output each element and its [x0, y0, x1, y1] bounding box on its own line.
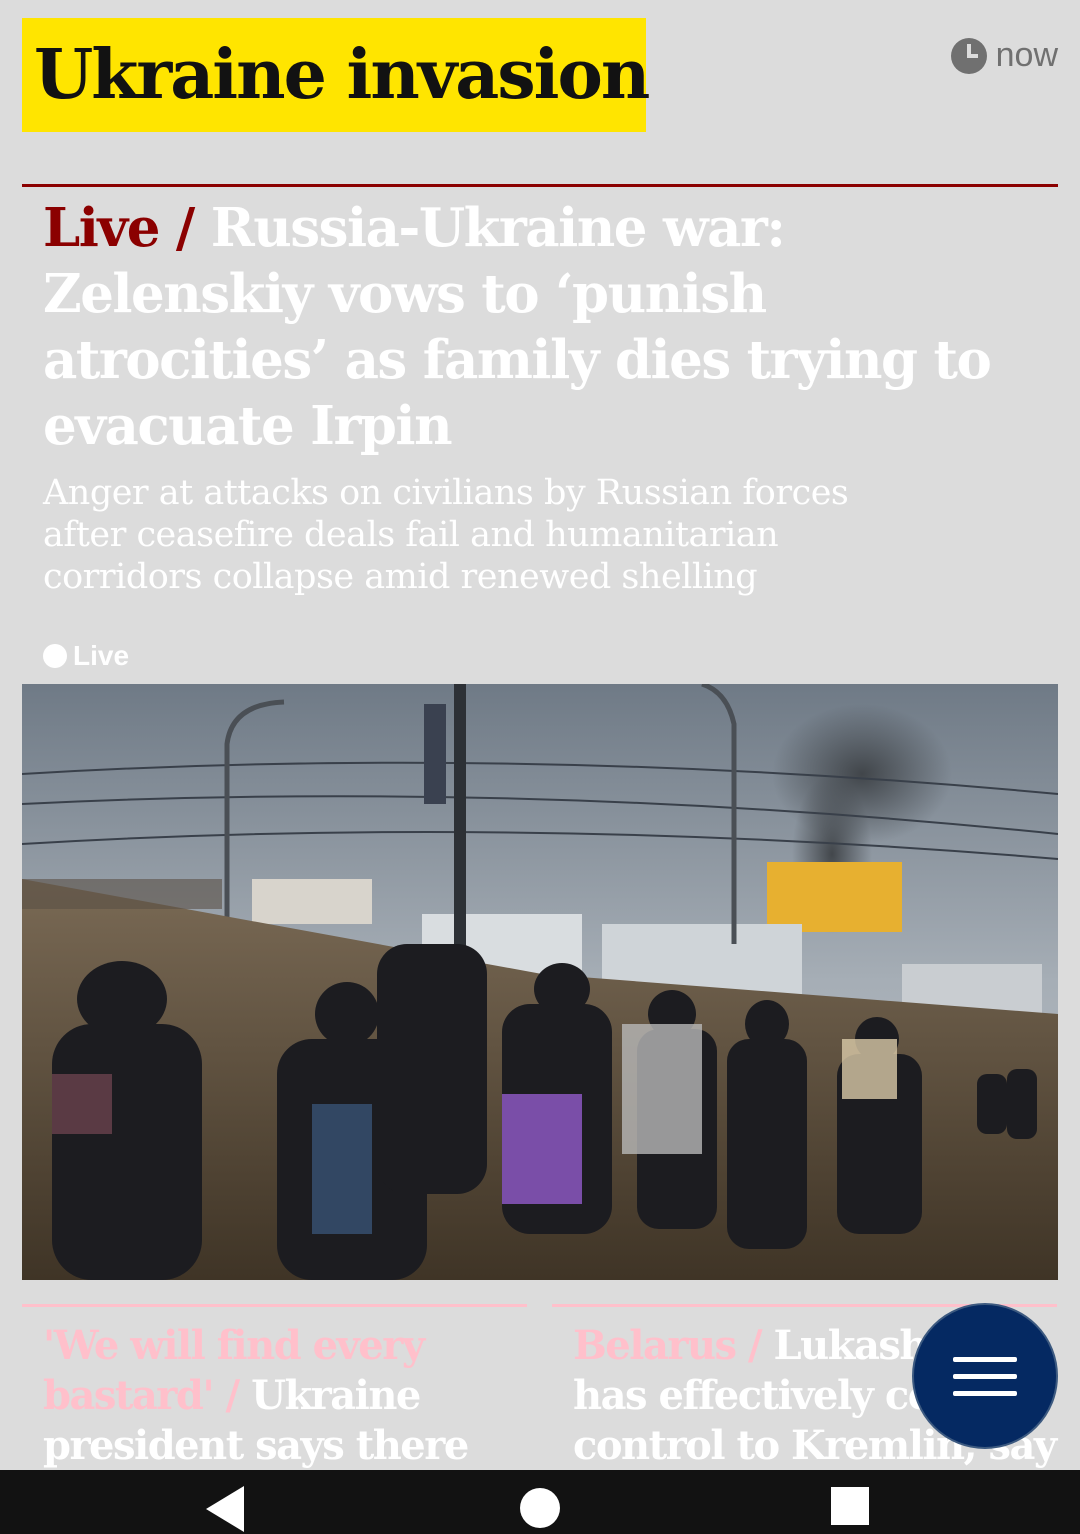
timestamp-label: now	[995, 36, 1058, 74]
headline-rule	[22, 184, 1058, 187]
recents-icon[interactable]	[828, 1484, 872, 1528]
headline-link[interactable]: Live / Russia-Ukraine war: Zelenskiy vow…	[43, 195, 1023, 459]
menu-icon	[953, 1356, 1017, 1362]
back-icon[interactable]	[200, 1484, 250, 1534]
article-feed: Ukraine invasion now Live / Russia-Ukrai…	[0, 0, 1080, 1470]
hero-photo	[22, 684, 1058, 1280]
standfirst: Anger at attacks on civilians by Russian…	[43, 473, 849, 597]
section-label: Ukraine invasion	[34, 35, 650, 115]
home-icon[interactable]	[516, 1484, 564, 1532]
section-tag[interactable]: Ukraine invasion	[22, 18, 650, 132]
clock-icon	[950, 37, 987, 74]
system-navigation-bar	[0, 1470, 1080, 1534]
live-label: Live	[73, 640, 130, 671]
card-kicker: Belarus /	[573, 1322, 763, 1369]
timestamp: now	[950, 36, 1058, 75]
live-kicker: Live /	[43, 197, 195, 259]
live-dot-icon	[43, 644, 67, 668]
menu-button[interactable]	[912, 1303, 1058, 1449]
related-card[interactable]: 'We will find every bastard' / Ukraine p…	[22, 1304, 527, 1470]
live-badge: Live	[43, 640, 129, 672]
card-rule	[22, 1304, 527, 1307]
hero-image[interactable]	[22, 684, 1058, 1280]
